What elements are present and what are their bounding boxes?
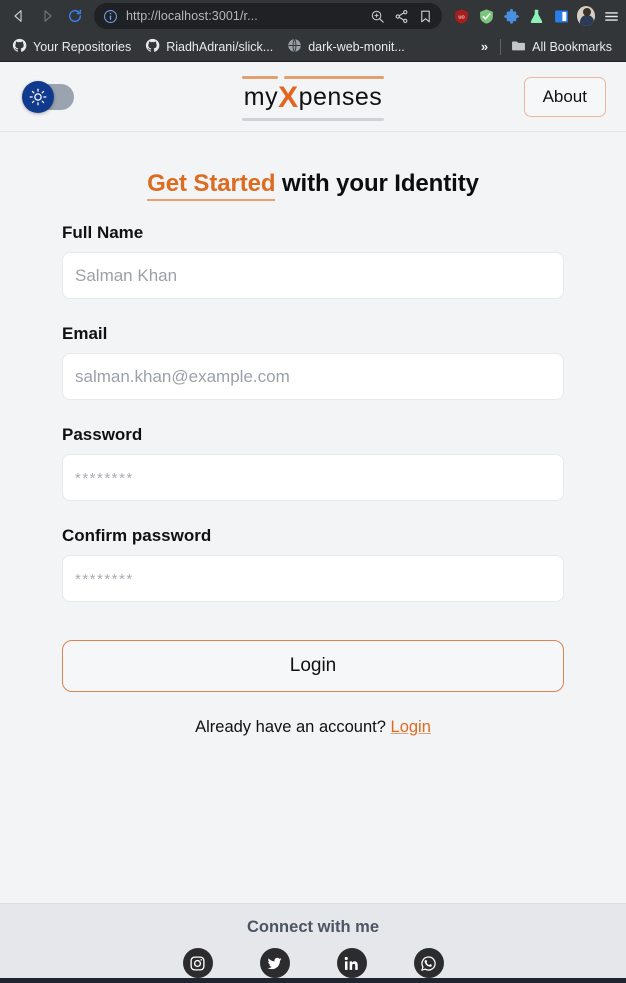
confirm-password-input[interactable]	[62, 555, 564, 602]
extension-icons: uo	[448, 6, 620, 26]
linkedin-icon[interactable]	[336, 948, 367, 978]
logo-bottom-rule	[242, 117, 384, 121]
whatsapp-icon[interactable]	[413, 948, 444, 978]
label-email: Email	[62, 324, 108, 343]
flask-beaker-icon[interactable]	[527, 7, 545, 25]
field-full-name: Full Name	[62, 223, 564, 299]
login-link[interactable]: Login	[391, 718, 431, 736]
already-text: Already have an account?	[195, 718, 386, 736]
forward-arrow-icon[interactable]	[34, 3, 60, 29]
logo-suffix: penses	[298, 83, 383, 111]
twitter-icon[interactable]	[259, 948, 290, 978]
back-arrow-icon[interactable]	[6, 3, 32, 29]
bookmarks-overflow-button[interactable]: »	[473, 39, 496, 54]
label-full-name: Full Name	[62, 223, 144, 242]
submit-button[interactable]: Login	[62, 640, 564, 692]
bookmark-your-repositories[interactable]: Your Repositories	[6, 35, 139, 59]
bookmark-label: dark-web-monit...	[308, 39, 405, 54]
logo-top-rules	[242, 76, 384, 79]
url-bar[interactable]: http://localhost:3001/r...	[94, 3, 442, 29]
bookmark-label: RiadhAdrani/slick...	[166, 39, 274, 54]
page-content: myXpenses About Get Started with your Id…	[0, 62, 626, 983]
logo-accent-x: X	[278, 81, 299, 114]
zoom-icon[interactable]	[369, 8, 386, 25]
bookmark-dark-web-monitor[interactable]: dark-web-monit...	[281, 35, 413, 59]
page-title: Get Started with your Identity	[62, 170, 564, 201]
sidebar-panel-icon[interactable]	[552, 7, 570, 25]
browser-toolbar: http://localhost:3001/r... uo	[0, 0, 626, 32]
email-input[interactable]	[62, 353, 564, 400]
field-confirm-password: Confirm password	[62, 526, 564, 602]
all-bookmarks-label: All Bookmarks	[532, 39, 612, 54]
globe-icon	[287, 38, 302, 56]
sun-icon	[22, 80, 54, 113]
browser-chrome: http://localhost:3001/r... uo Your Repos…	[0, 0, 626, 62]
svg-text:uo: uo	[458, 14, 464, 20]
password-input[interactable]	[62, 454, 564, 501]
folder-icon	[511, 38, 526, 56]
theme-toggle[interactable]	[22, 80, 74, 113]
label-confirm-password: Confirm password	[62, 526, 212, 545]
app-footer: Connect with me	[0, 903, 626, 983]
app-logo[interactable]: myXpenses	[242, 76, 384, 121]
browser-menu-icon[interactable]	[602, 7, 620, 25]
bookmarks-bar: Your Repositories RiadhAdrani/slick... d…	[0, 32, 626, 62]
logo-text: myXpenses	[244, 82, 382, 114]
bookmark-label: Your Repositories	[33, 39, 132, 54]
share-icon[interactable]	[393, 8, 410, 25]
bottom-bar	[0, 978, 626, 983]
puzzle-extensions-icon[interactable]	[502, 7, 520, 25]
github-icon	[145, 38, 160, 56]
field-password: Password	[62, 425, 564, 501]
full-name-input[interactable]	[62, 252, 564, 299]
social-links	[182, 948, 444, 978]
instagram-icon[interactable]	[182, 948, 213, 978]
reload-icon[interactable]	[62, 3, 88, 29]
label-password: Password	[62, 425, 143, 444]
footer-title: Connect with me	[246, 918, 379, 936]
about-button[interactable]: About	[523, 76, 606, 117]
divider	[500, 38, 502, 55]
all-bookmarks-button[interactable]: All Bookmarks	[505, 35, 620, 59]
already-have-account: Already have an account? Login	[62, 718, 564, 737]
logo-prefix: my	[243, 83, 279, 111]
main-content: Get Started with your Identity Full Name…	[0, 132, 626, 903]
app-header: myXpenses About	[0, 62, 626, 132]
shield-check-icon[interactable]	[477, 7, 495, 25]
github-icon	[12, 38, 27, 56]
bookmark-riadhadrani-slick[interactable]: RiadhAdrani/slick...	[139, 35, 281, 59]
field-email: Email	[62, 324, 564, 400]
ublock-origin-icon[interactable]: uo	[452, 7, 470, 25]
profile-avatar-icon[interactable]	[577, 6, 595, 26]
page-title-rest: with your Identity	[275, 170, 479, 197]
url-text: http://localhost:3001/r...	[126, 9, 258, 23]
site-info-icon[interactable]	[102, 8, 119, 25]
page-title-accent: Get Started	[147, 170, 276, 201]
bookmark-star-icon[interactable]	[417, 8, 434, 25]
